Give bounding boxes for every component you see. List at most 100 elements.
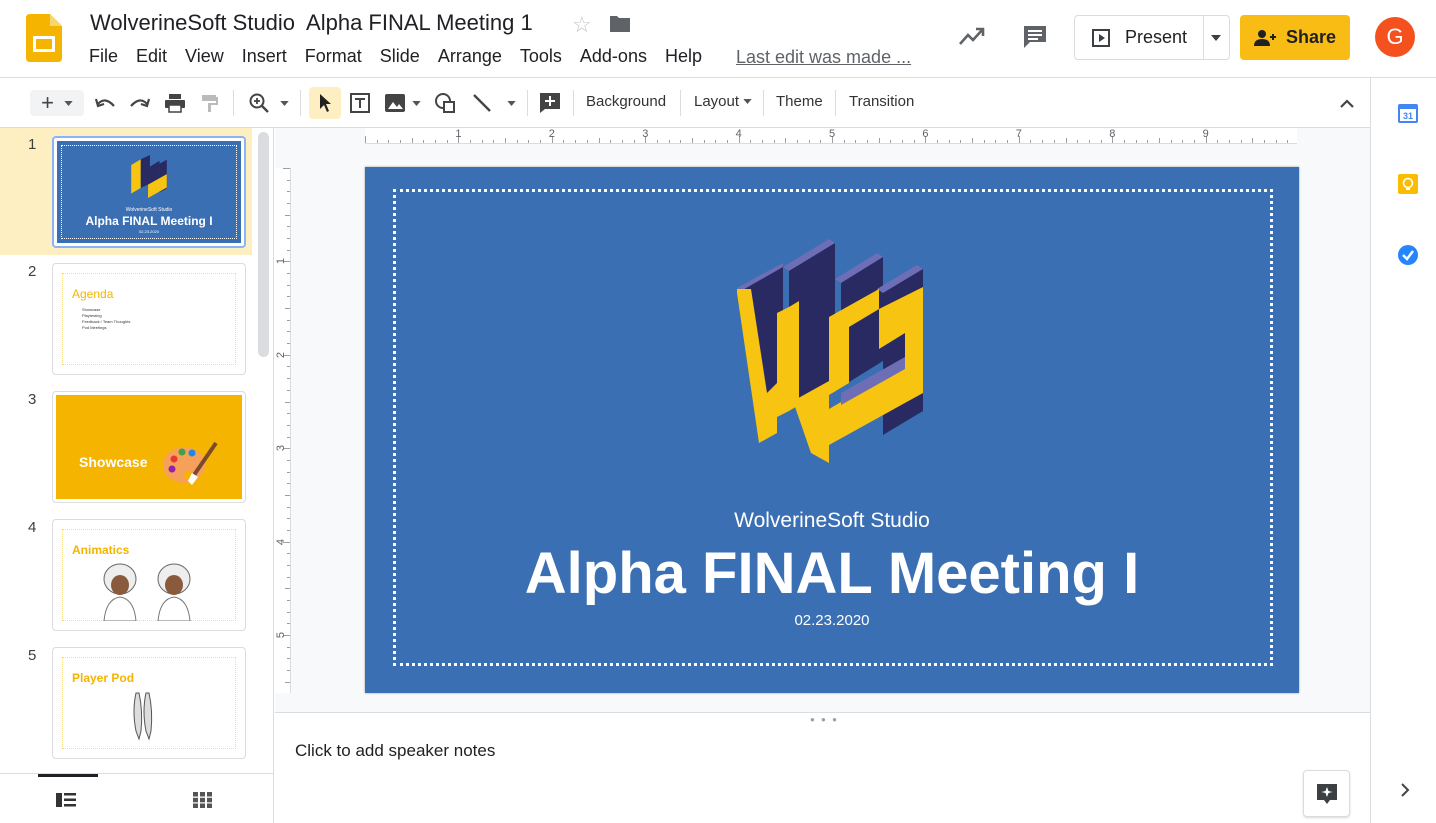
print-icon[interactable] <box>162 90 188 116</box>
calendar-icon[interactable]: 31 <box>1397 102 1419 124</box>
shape-icon[interactable] <box>432 90 458 116</box>
slide-date[interactable]: 02.23.2020 <box>365 612 1299 629</box>
menu-format[interactable]: Format <box>305 46 362 67</box>
ruler-tick <box>960 140 962 143</box>
menu-slide[interactable]: Slide <box>380 46 420 67</box>
ruler-label: 3 <box>642 128 649 140</box>
ruler-tick <box>287 483 290 485</box>
layout-label: Layout <box>694 93 740 110</box>
layout-button[interactable]: Layout <box>694 93 752 110</box>
speaker-notes-placeholder[interactable]: Click to add speaker notes <box>295 741 495 761</box>
background-button[interactable]: Background <box>586 93 666 110</box>
menu-tools[interactable]: Tools <box>520 46 562 67</box>
ruler-tick <box>1135 140 1137 143</box>
explore-button[interactable] <box>1303 770 1350 817</box>
share-button[interactable]: Share <box>1240 15 1350 60</box>
chevron-right-icon[interactable] <box>1399 782 1411 798</box>
slide-thumbnail[interactable]: Showcase <box>52 391 246 503</box>
ruler-tick <box>505 138 507 143</box>
tasks-icon[interactable] <box>1397 244 1419 266</box>
ruler-tick <box>808 140 810 143</box>
ruler-tick <box>287 284 290 286</box>
theme-button[interactable]: Theme <box>776 93 823 110</box>
list-view-icon[interactable] <box>56 792 76 808</box>
avatar[interactable]: G <box>1375 17 1415 57</box>
chevron-down-icon <box>1211 34 1221 41</box>
menu-arrange[interactable]: Arrange <box>438 46 502 67</box>
transition-button[interactable]: Transition <box>849 93 914 110</box>
toolbar-divider <box>835 90 836 116</box>
thumb-title-text: Animatics <box>72 543 130 557</box>
vertical-ruler[interactable]: 1 2 3 4 5 <box>275 168 291 693</box>
comment-icon[interactable] <box>1022 24 1048 50</box>
slides-logo-icon[interactable] <box>26 14 62 62</box>
slide-thumbnail[interactable]: WolverineSoft Studio Alpha FINAL Meeting… <box>52 136 246 248</box>
slide-thumbnail[interactable]: Animatics <box>52 519 246 631</box>
horizontal-ruler[interactable]: 1 2 3 4 5 6 7 8 9 <box>365 128 1297 144</box>
notes-resize-handle[interactable]: ● ● ● <box>810 715 839 724</box>
select-tool-icon[interactable] <box>309 87 341 119</box>
speaker-notes-area[interactable]: ● ● ● Click to add speaker notes <box>275 712 1370 823</box>
present-icon <box>1092 28 1110 47</box>
character-sketch-icon <box>103 563 191 621</box>
new-slide-button[interactable]: + <box>30 90 84 116</box>
filmstrip-slide-3[interactable]: 3 Showcase <box>0 383 252 510</box>
current-slide-canvas[interactable]: WolverineSoft Studio Alpha FINAL Meeting… <box>365 167 1299 693</box>
menu-addons[interactable]: Add-ons <box>580 46 647 67</box>
menu-view[interactable]: View <box>185 46 224 67</box>
ruler-tick <box>285 214 290 216</box>
add-comment-icon[interactable] <box>537 90 563 116</box>
slide-thumbnail[interactable]: Player Pod <box>52 647 246 759</box>
text-box-icon[interactable] <box>347 90 373 116</box>
ruler-tick <box>411 138 413 143</box>
paint-format-icon[interactable] <box>197 90 223 116</box>
line-tool-button[interactable] <box>468 90 518 116</box>
ruler-tick <box>285 308 290 310</box>
collapse-toolbar-icon[interactable] <box>1336 90 1358 116</box>
ruler-tick <box>785 138 787 143</box>
activity-trend-icon[interactable] <box>958 24 986 48</box>
insert-image-button[interactable] <box>381 90 423 116</box>
grid-view-icon[interactable] <box>193 792 212 808</box>
wolverinesoft-logo-icon[interactable] <box>729 233 923 465</box>
folder-icon[interactable] <box>608 14 632 34</box>
slide-studio-name[interactable]: WolverineSoft Studio <box>365 509 1299 533</box>
slide-number: 2 <box>28 263 37 280</box>
menu-help[interactable]: Help <box>665 46 702 67</box>
undo-icon[interactable] <box>92 90 118 116</box>
ruler-tick <box>287 670 290 672</box>
app-header: WolverineSoft Studio Alpha FINAL Meeting… <box>0 0 1436 78</box>
menu-insert[interactable]: Insert <box>242 46 287 67</box>
menu-file[interactable]: File <box>89 46 118 67</box>
ruler-tick <box>287 343 290 345</box>
ruler-tick <box>1147 140 1149 143</box>
ruler-tick <box>878 138 880 143</box>
slide-title[interactable]: Alpha FINAL Meeting I <box>365 540 1299 607</box>
present-button[interactable]: Present <box>1074 15 1204 60</box>
ruler-tick <box>726 140 728 143</box>
toolbar-divider <box>573 90 574 116</box>
filmstrip-slide-1[interactable]: 1 WolverineSoft Studio Alpha FINAL Meeti… <box>0 128 252 255</box>
thumb-studio-text: WolverineSoft Studio <box>125 207 173 213</box>
star-icon[interactable]: ☆ <box>572 12 592 38</box>
filmstrip-scrollbar[interactable] <box>258 132 269 357</box>
redo-icon[interactable] <box>127 90 153 116</box>
document-title[interactable]: WolverineSoft Studio Alpha FINAL Meeting… <box>90 10 533 36</box>
ruler-tick <box>287 378 290 380</box>
active-view-indicator <box>38 774 98 777</box>
ruler-tick <box>586 140 588 143</box>
filmstrip-slide-4[interactable]: 4 Animatics <box>0 511 252 638</box>
ruler-tick <box>287 296 290 298</box>
menu-edit[interactable]: Edit <box>136 46 167 67</box>
present-dropdown-button[interactable] <box>1203 15 1230 60</box>
slide-thumbnail[interactable]: Agenda Showcase Playtesting Feedback / T… <box>52 263 246 375</box>
keep-icon[interactable] <box>1397 173 1419 195</box>
ruler-tick <box>575 140 577 143</box>
ruler-label: 3 <box>275 445 288 452</box>
slide-editor[interactable]: 1 2 3 4 5 6 7 8 9 1 2 3 4 5 WolverineSoft Studio Alp… <box>275 128 1370 712</box>
filmstrip-slide-5[interactable]: 5 Player Pod <box>0 639 252 766</box>
ruler-label: 5 <box>275 631 288 639</box>
last-edit-link[interactable]: Last edit was made ... <box>736 47 911 68</box>
filmstrip-slide-2[interactable]: 2 Agenda Showcase Playtesting Feedback /… <box>0 255 252 382</box>
zoom-button[interactable] <box>244 90 292 116</box>
